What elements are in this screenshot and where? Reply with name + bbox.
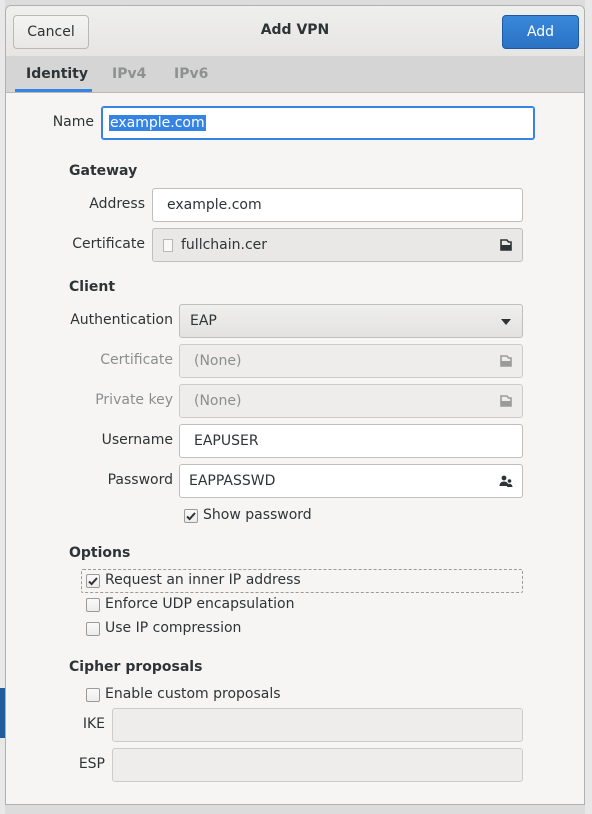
ike-label: IKE [82, 716, 105, 732]
request-inner-ip-label[interactable]: Request an inner IP address [105, 572, 301, 588]
enforce-udp-checkbox[interactable] [86, 598, 100, 612]
tab-identity[interactable]: Identity [26, 66, 88, 82]
tab-ipv6[interactable]: IPv6 [174, 66, 208, 82]
ip-compression-checkbox[interactable] [86, 622, 100, 636]
show-password-checkbox[interactable] [184, 509, 198, 523]
client-certificate-label: Certificate [100, 352, 173, 368]
check-icon [88, 577, 98, 586]
name-value: example.com [109, 115, 206, 131]
ike-field[interactable] [112, 708, 523, 742]
esp-label: ESP [78, 756, 105, 772]
client-section-title: Client [69, 279, 116, 295]
private-key-chooser[interactable]: (None) [179, 384, 523, 418]
client-certificate-value: (None) [194, 353, 242, 369]
add-vpn-dialog: Cancel Add VPN Add Identity IPv4 IPv6 Na… [5, 5, 585, 805]
password-user-icon[interactable] [498, 473, 514, 489]
gateway-certificate-value: fullchain.cer [181, 237, 268, 253]
esp-field[interactable] [112, 748, 523, 782]
username-label: Username [101, 432, 173, 448]
name-label: Name [52, 114, 94, 130]
file-open-icon[interactable] [498, 353, 514, 369]
active-tab-indicator [15, 89, 92, 92]
file-open-icon[interactable] [498, 237, 514, 253]
file-open-icon[interactable] [498, 393, 514, 409]
options-section-title: Options [69, 545, 131, 561]
ip-compression-label[interactable]: Use IP compression [105, 620, 241, 636]
private-key-label: Private key [95, 392, 173, 408]
gateway-section-title: Gateway [69, 163, 138, 179]
dropdown-arrow-icon [501, 319, 511, 325]
tab-ipv4[interactable]: IPv4 [112, 66, 146, 82]
enforce-udp-label[interactable]: Enforce UDP encapsulation [105, 596, 294, 612]
enable-custom-proposals-checkbox[interactable] [86, 688, 100, 702]
header-bar: Cancel Add VPN Add [6, 6, 584, 57]
tab-bar: Identity IPv4 IPv6 [6, 56, 584, 93]
dialog-title: Add VPN [260, 22, 330, 38]
request-inner-ip-checkbox[interactable] [86, 574, 100, 588]
document-icon [163, 238, 173, 252]
gateway-certificate-label: Certificate [72, 236, 145, 252]
check-icon [186, 512, 196, 521]
private-key-value: (None) [194, 393, 242, 409]
authentication-label: Authentication [70, 312, 173, 328]
gateway-certificate-chooser[interactable]: fullchain.cer [152, 228, 523, 262]
name-field[interactable]: example.com [101, 106, 535, 140]
username-field[interactable]: EAPUSER [179, 424, 523, 458]
authentication-dropdown[interactable]: EAP [179, 304, 523, 338]
show-password-label[interactable]: Show password [203, 507, 312, 523]
address-field[interactable]: example.com [152, 188, 523, 222]
address-label: Address [89, 196, 145, 212]
authentication-value: EAP [190, 313, 217, 329]
enable-custom-proposals-label[interactable]: Enable custom proposals [105, 686, 281, 702]
password-field[interactable]: EAPPASSWD [179, 464, 523, 498]
cipher-section-title: Cipher proposals [69, 659, 203, 675]
client-certificate-chooser[interactable]: (None) [179, 344, 523, 378]
background-window-right [585, 0, 592, 814]
password-value: EAPPASSWD [189, 473, 276, 489]
password-label: Password [107, 472, 173, 488]
add-button[interactable]: Add [502, 15, 579, 49]
